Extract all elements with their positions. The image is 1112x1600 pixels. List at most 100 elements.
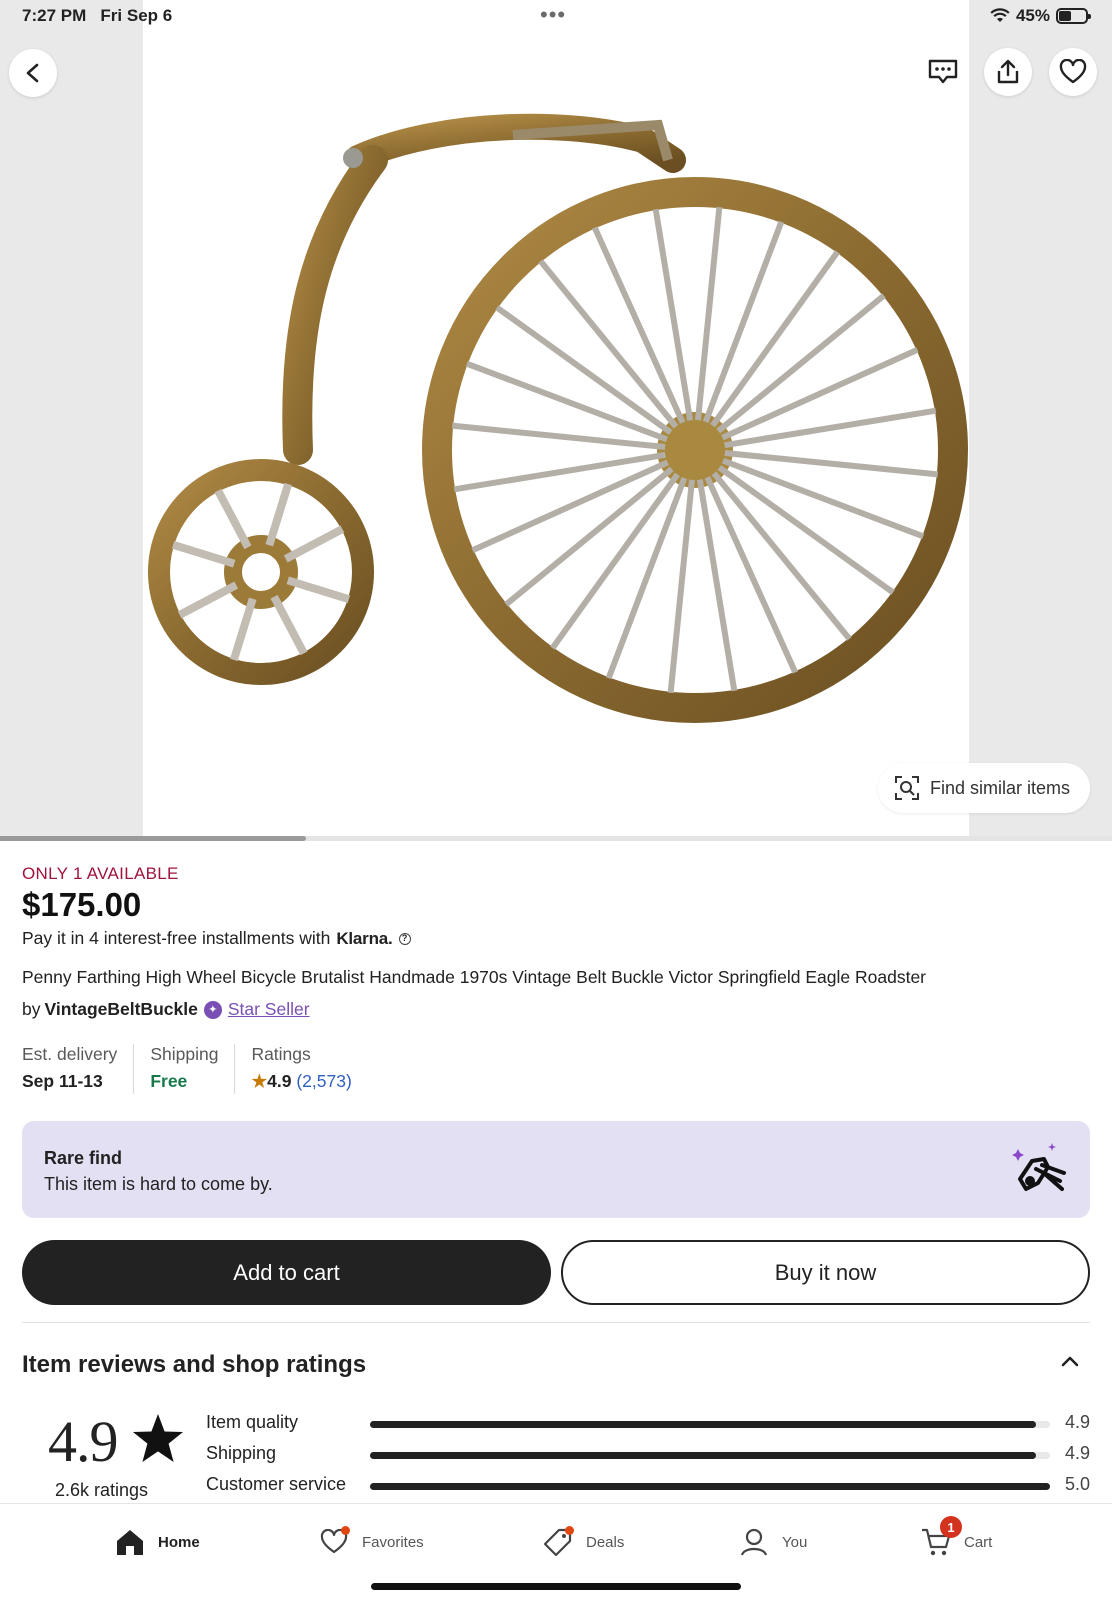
share-icon bbox=[997, 59, 1019, 84]
ratings[interactable]: Ratings ★4.9 (2,573) bbox=[251, 1044, 367, 1094]
rating-row-value: 4.9 bbox=[1064, 1412, 1090, 1432]
product-image-gallery[interactable]: Find similar items bbox=[0, 0, 1112, 841]
home-icon bbox=[114, 1526, 146, 1558]
rating-row-label: Shipping bbox=[206, 1443, 277, 1463]
star-seller-badge-icon: ✦ bbox=[203, 1000, 222, 1019]
ratings-count-link[interactable]: (2,573) bbox=[296, 1071, 351, 1091]
nav-home-label: Home bbox=[158, 1533, 200, 1551]
wheel-spoke bbox=[724, 407, 937, 449]
battery-percent: 45% bbox=[1015, 6, 1050, 25]
notification-dot bbox=[565, 1526, 574, 1535]
status-bar: 7:27 PM Fri Sep 6 ••• 45% bbox=[0, 0, 1112, 34]
ratings-summary[interactable]: ★4.9 (2,573) bbox=[251, 1071, 351, 1092]
wheel-spoke bbox=[550, 472, 680, 650]
product-photo[interactable] bbox=[143, 0, 969, 838]
wheel-spoke bbox=[270, 594, 308, 656]
tag-icon bbox=[542, 1526, 574, 1558]
find-similar-button[interactable]: Find similar items bbox=[877, 763, 1090, 813]
rating-row-value: 5.0 bbox=[1064, 1474, 1090, 1494]
klarna-text: Pay it in 4 interest-free installments w… bbox=[22, 928, 331, 948]
multitasking-dots-icon[interactable]: ••• bbox=[540, 2, 566, 28]
ratings-label: Ratings bbox=[251, 1044, 311, 1064]
date: Fri Sep 6 bbox=[100, 6, 173, 25]
ratings-count: 2.6k ratings bbox=[55, 1480, 149, 1500]
rating-breakdown: Item quality 4.9 Shipping 4.9 Customer s… bbox=[206, 1412, 1090, 1505]
shipping-value: Free bbox=[150, 1071, 188, 1091]
nav-you[interactable]: You bbox=[738, 1526, 807, 1558]
rating-bar-track bbox=[370, 1452, 1050, 1459]
overall-rating: 4.9 bbox=[48, 1409, 118, 1474]
wheel-spoke bbox=[717, 465, 895, 595]
divider bbox=[22, 1322, 1090, 1323]
find-similar-label: Find similar items bbox=[929, 777, 1070, 798]
shipping: Shipping Free bbox=[150, 1044, 236, 1094]
rating-row-customer-service: Customer service 5.0 bbox=[206, 1474, 1090, 1505]
rating-row-shipping: Shipping 4.9 bbox=[206, 1443, 1090, 1474]
clock: 7:27 PM bbox=[22, 6, 87, 25]
wheel-spoke bbox=[286, 576, 351, 604]
star-icon: ★ bbox=[251, 1071, 268, 1091]
delivery-value: Sep 11-13 bbox=[22, 1071, 103, 1091]
wheel-spoke bbox=[721, 346, 919, 441]
back-button[interactable] bbox=[9, 49, 57, 97]
chevron-up-icon[interactable] bbox=[1060, 1354, 1080, 1368]
rating-row-item-quality: Item quality 4.9 bbox=[206, 1412, 1090, 1443]
penny-farthing-buckle-image bbox=[148, 113, 968, 723]
diamond-hand-icon bbox=[1012, 1143, 1066, 1191]
star-icon bbox=[133, 1414, 183, 1462]
gallery-progress-fill bbox=[0, 836, 306, 841]
rating-bar-fill bbox=[370, 1421, 1037, 1428]
reviews-heading[interactable]: Item reviews and shop ratings bbox=[22, 1351, 366, 1379]
status-time: 7:27 PM Fri Sep 6 bbox=[22, 6, 172, 26]
rating-row-label: Item quality bbox=[206, 1412, 299, 1432]
wheel-spoke bbox=[265, 482, 293, 547]
rating-row-value: 4.9 bbox=[1064, 1443, 1090, 1463]
rating-row-label: Customer service bbox=[206, 1474, 347, 1494]
heart-icon bbox=[318, 1526, 350, 1558]
nav-favorites[interactable]: Favorites bbox=[318, 1526, 424, 1558]
ratings-value: 4.9 bbox=[267, 1071, 292, 1091]
rating-bar-fill bbox=[370, 1452, 1037, 1459]
message-seller-button[interactable] bbox=[923, 56, 963, 88]
nav-deals[interactable]: Deals bbox=[542, 1526, 624, 1558]
rare-find-description: This item is hard to come by. bbox=[44, 1174, 273, 1194]
nav-cart[interactable]: 1 Cart bbox=[920, 1516, 993, 1558]
wheel-spoke bbox=[704, 476, 799, 674]
wheel-spoke bbox=[495, 305, 673, 435]
klarna-installments[interactable]: Pay it in 4 interest-free installments w… bbox=[22, 928, 411, 949]
info-icon[interactable]: ? bbox=[398, 932, 411, 945]
wheel-spoke bbox=[710, 250, 840, 428]
share-button[interactable] bbox=[984, 48, 1032, 96]
availability-label: ONLY 1 AVAILABLE bbox=[22, 864, 179, 883]
nav-you-label: You bbox=[782, 1533, 808, 1551]
cart-count-badge: 1 bbox=[940, 1516, 962, 1538]
user-icon bbox=[738, 1526, 770, 1558]
rare-find-title: Rare find bbox=[44, 1148, 123, 1168]
home-indicator bbox=[371, 1583, 741, 1590]
seller-name[interactable]: VintageBeltBuckle bbox=[44, 999, 197, 1020]
nav-deals-label: Deals bbox=[586, 1533, 625, 1551]
wheel-spoke bbox=[453, 451, 666, 493]
star-seller-link[interactable]: Star Seller bbox=[228, 999, 310, 1020]
rating-bar-track bbox=[370, 1421, 1050, 1428]
wheel-spoke bbox=[177, 581, 239, 619]
wheel-spoke bbox=[214, 488, 252, 550]
shipping-label: Shipping bbox=[150, 1044, 219, 1064]
nav-home[interactable]: Home bbox=[114, 1526, 200, 1558]
wheel-spoke bbox=[696, 479, 738, 692]
gallery-progress-track bbox=[0, 836, 1112, 841]
nav-favorites-label: Favorites bbox=[362, 1533, 424, 1551]
klarna-logo: Klarna. bbox=[336, 928, 393, 948]
buy-it-now-button[interactable]: Buy it now bbox=[561, 1240, 1090, 1305]
cart-icon: 1 bbox=[920, 1516, 962, 1558]
delivery-label: Est. delivery bbox=[22, 1044, 118, 1064]
nav-cart-label: Cart bbox=[964, 1533, 993, 1551]
favorite-button[interactable] bbox=[1049, 48, 1097, 96]
wheel-spoke bbox=[171, 540, 236, 568]
rare-find-card: Rare find This item is hard to come by. bbox=[22, 1121, 1090, 1218]
heart-icon bbox=[1059, 59, 1087, 84]
price: $175.00 bbox=[22, 886, 142, 923]
wheel-spoke bbox=[283, 525, 345, 563]
seller-line: by VintageBeltBuckle ✦ Star Seller bbox=[22, 999, 310, 1020]
add-to-cart-button[interactable]: Add to cart bbox=[22, 1240, 551, 1305]
